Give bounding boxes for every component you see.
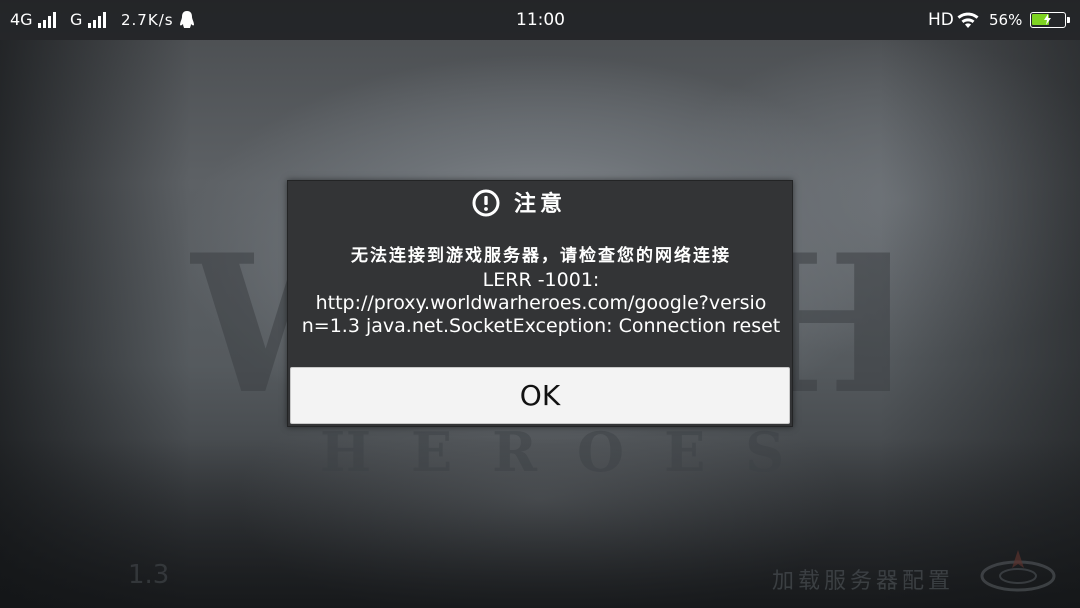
- charging-bolt-icon: [1044, 14, 1051, 25]
- error-dialog: 注意 无法连接到游戏服务器，请检查您的网络连接 LERR -1001: http…: [287, 180, 793, 427]
- clock: 11:00: [516, 10, 565, 30]
- network-speed: 2.7K/s: [121, 11, 174, 29]
- error-message-cn: 无法连接到游戏服务器，请检查您的网络连接: [351, 246, 731, 266]
- loading-status-text: 加载服务器配置: [772, 569, 955, 594]
- error-code: LERR -1001:: [482, 269, 600, 291]
- loading-spinner-icon: [980, 550, 1056, 592]
- wifi-icon: [957, 12, 979, 28]
- game-logo-watermark-sub: HEROES: [320, 420, 800, 480]
- battery-percent: 56%: [989, 11, 1023, 29]
- error-detail-line: http://proxy.worldwarheroes.com/google?v…: [315, 292, 767, 314]
- dialog-title: 注意: [514, 191, 567, 217]
- signal-strength-icon: [38, 12, 60, 28]
- qq-penguin-icon: [180, 11, 194, 28]
- network-type-g: G: [70, 10, 83, 29]
- hd-indicator: HD: [928, 10, 954, 30]
- alert-circle-icon: [472, 189, 500, 217]
- ok-button[interactable]: OK: [290, 367, 790, 424]
- error-detail-line: n=1.3 java.net.SocketException: Connecti…: [301, 315, 781, 337]
- signal-strength-icon: [88, 12, 110, 28]
- battery-tip: [1067, 16, 1070, 23]
- dialog-message: 无法连接到游戏服务器，请检查您的网络连接 LERR -1001: http://…: [288, 243, 794, 338]
- battery-icon: [1030, 12, 1070, 28]
- version-number: 1.3: [128, 560, 170, 590]
- network-type-4g: 4G: [10, 10, 33, 29]
- status-bar: 4G G 2.7K/s 11:00 HD 56%: [0, 0, 1080, 40]
- dialog-header: 注意: [288, 181, 794, 227]
- faded-hint-text: [320, 40, 760, 60]
